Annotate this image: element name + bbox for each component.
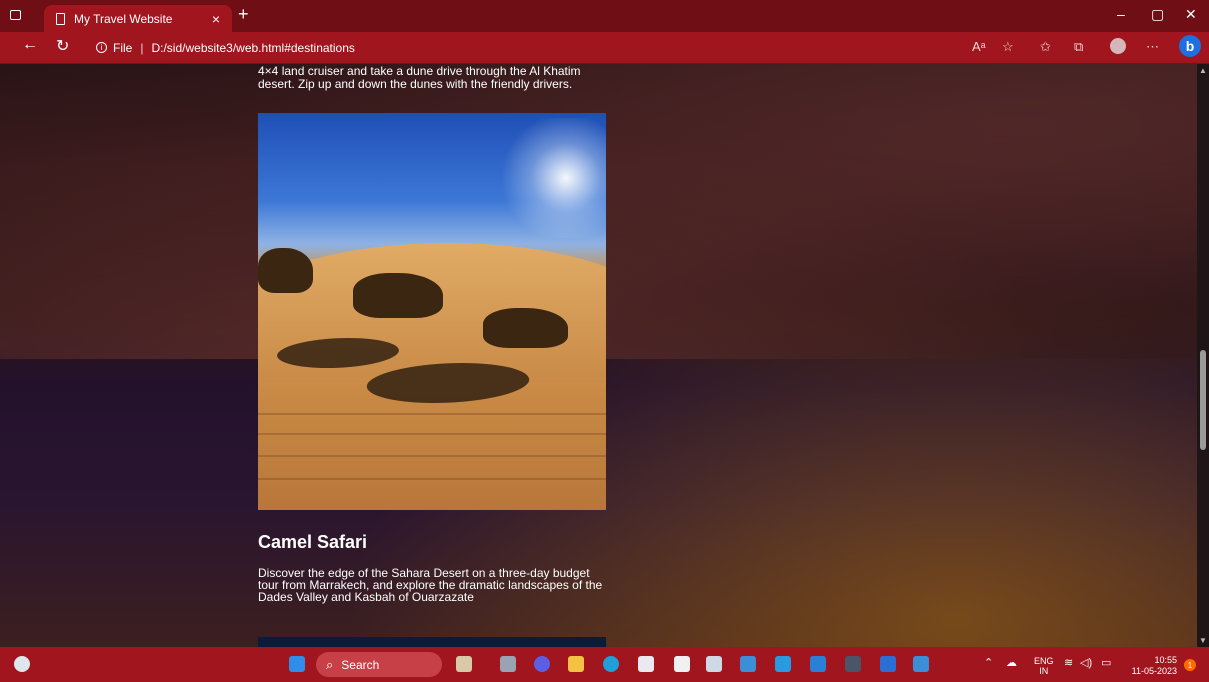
scroll-down-arrow-icon[interactable]: ▼ [1199,636,1207,645]
favorites-icon[interactable]: ✩ [1040,39,1051,55]
sand-ripple [258,413,606,415]
card-title: Camel Safari [258,532,368,552]
info-icon[interactable]: i [96,42,107,53]
sand-ripple [258,433,606,435]
battery-icon[interactable]: ▭ [1101,656,1111,669]
volume-icon[interactable]: ◁) [1080,656,1092,669]
back-button[interactable]: ← [22,36,38,54]
more-menu-icon[interactable]: ⋯ [1146,39,1159,55]
tab-actions-icon[interactable] [10,10,21,20]
task-view-icon[interactable] [500,656,516,672]
calculator-icon[interactable] [740,656,756,672]
tab-my-travel-website[interactable]: My Travel Website × [44,5,232,32]
language-code: ENG [1034,656,1054,666]
word-icon[interactable] [880,656,896,672]
new-tab-button[interactable]: + [238,4,249,25]
address-bar: ← ↻ i File | D:/sid/website3/web.html#de… [0,32,1209,64]
notepad-icon[interactable] [674,656,690,672]
region-code: IN [1039,666,1049,676]
time: 10:55 [1154,655,1177,665]
refresh-button[interactable]: ↻ [56,36,69,56]
windows-taskbar: ⌕ Search ⌃ ☁ ENG IN ≋ ◁) ▭ 10:55 11-05-2… [0,647,1209,682]
sand-ripple [258,455,606,457]
next-card-image [258,637,606,647]
teams-icon[interactable] [534,656,550,672]
notification-badge[interactable]: 1 [1184,659,1196,671]
language-indicator[interactable]: ENG IN [1034,656,1054,676]
vscode-icon[interactable] [775,656,791,672]
date: 11-05-2023 [1131,666,1177,676]
start-button-icon[interactable] [289,656,305,672]
search-label: Search [341,657,380,672]
tab-close-button[interactable]: × [212,11,220,27]
mail-icon[interactable] [810,656,826,672]
notes-icon[interactable] [913,656,929,672]
camel [258,248,313,293]
scrollbar-thumb[interactable] [1200,350,1206,450]
restore-button[interactable]: ▢ [1151,6,1164,23]
profile-avatar[interactable] [1110,38,1126,54]
taskbar-search[interactable]: ⌕ Search [316,652,442,677]
bing-chat-icon[interactable]: b [1179,35,1201,57]
photos-icon[interactable] [706,656,722,672]
store-icon[interactable] [638,656,654,672]
sun-glare [486,118,606,238]
file-explorer-icon[interactable] [568,656,584,672]
collections-icon[interactable]: ⧉ [1074,39,1083,55]
add-favorite-icon[interactable]: ☆ [1002,39,1014,55]
widget-icon[interactable] [456,656,472,672]
tab-title: My Travel Website [74,11,173,26]
minimize-button[interactable]: – [1117,6,1125,22]
page-scrollbar[interactable]: ▲ ▼ [1197,64,1209,647]
sand-ripple [258,478,606,480]
camel-safari-image [258,113,606,510]
edge-browser-icon[interactable] [603,656,619,672]
clock[interactable]: 10:55 11-05-2023 [1127,655,1177,677]
card-description: Discover the edge of the Sahara Desert o… [258,566,603,604]
page-viewport: 4×4 land cruiser and take a dune drive t… [0,64,1197,647]
weather-widget-icon[interactable] [14,656,30,672]
scroll-up-arrow-icon[interactable]: ▲ [1199,66,1207,75]
onedrive-icon[interactable]: ☁ [1006,656,1017,669]
url-scheme-label: File [113,40,133,55]
tab-bar: My Travel Website × + – ▢ ✕ [0,0,1209,32]
previous-card-description: 4×4 land cruiser and take a dune drive t… [258,64,581,91]
read-aloud-icon[interactable]: Aᵃ [972,39,986,54]
show-hidden-icons-icon[interactable]: ⌃ [984,656,993,669]
camel [353,273,443,318]
search-icon: ⌕ [326,656,334,672]
camel [483,308,568,348]
url-text[interactable]: D:/sid/website3/web.html#destinations [151,41,354,55]
close-window-button[interactable]: ✕ [1185,6,1197,23]
terminal-icon[interactable] [845,656,861,672]
url-separator: | [140,40,144,55]
wifi-icon[interactable]: ≋ [1064,656,1073,669]
page-icon [56,12,65,25]
